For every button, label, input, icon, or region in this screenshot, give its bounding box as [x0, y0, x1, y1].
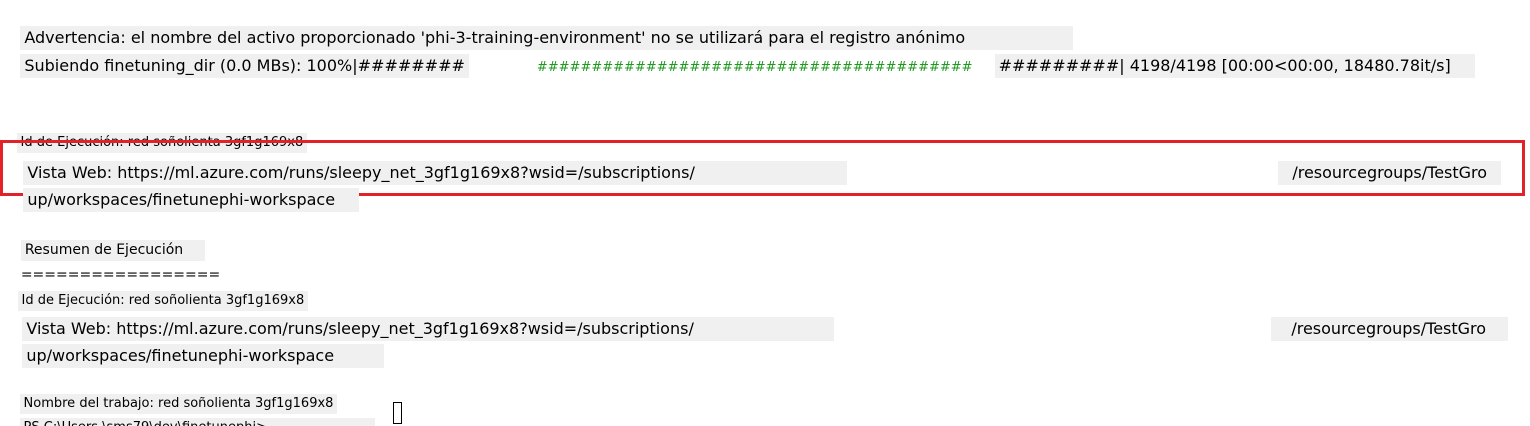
upload-progress-bar: ########################################	[536, 60, 973, 75]
prompt-line: PS C:\Users \sms79\dev\finetunephi>	[3, 408, 375, 426]
text-cursor[interactable]	[393, 402, 402, 424]
shell-prompt[interactable]: PS C:\Users \sms79\dev\finetunephi>	[19, 418, 375, 426]
web-view-line-2-cont: up/workspaces/finetunephi-workspace	[2, 332, 385, 380]
web-view-line-2-right: /resourcegroups/TestGro	[1251, 305, 1509, 353]
web-view-link-1-cont[interactable]: up/workspaces/finetunephi-workspace	[23, 188, 360, 212]
web-view-line-1-cont: up/workspaces/finetunephi-workspace	[3, 176, 360, 224]
web-view-link-1-right[interactable]: /resourcegroups/TestGro	[1278, 161, 1502, 185]
upload-suffix: #########| 4198/4198 [00:00<00:00, 18480…	[994, 54, 1475, 78]
upload-prefix: Subiendo finetuning_dir (0.0 MBs): 100%|…	[20, 54, 469, 78]
web-view-line-1-right: /resourcegroups/TestGro	[1258, 149, 1502, 197]
upload-progress-line: Subiendo finetuning_dir (0.0 MBs): 100%|…	[0, 42, 1475, 90]
web-view-link-2-right[interactable]: /resourcegroups/TestGro	[1271, 317, 1509, 341]
web-view-link-2-cont[interactable]: up/workspaces/finetunephi-workspace	[22, 344, 385, 368]
